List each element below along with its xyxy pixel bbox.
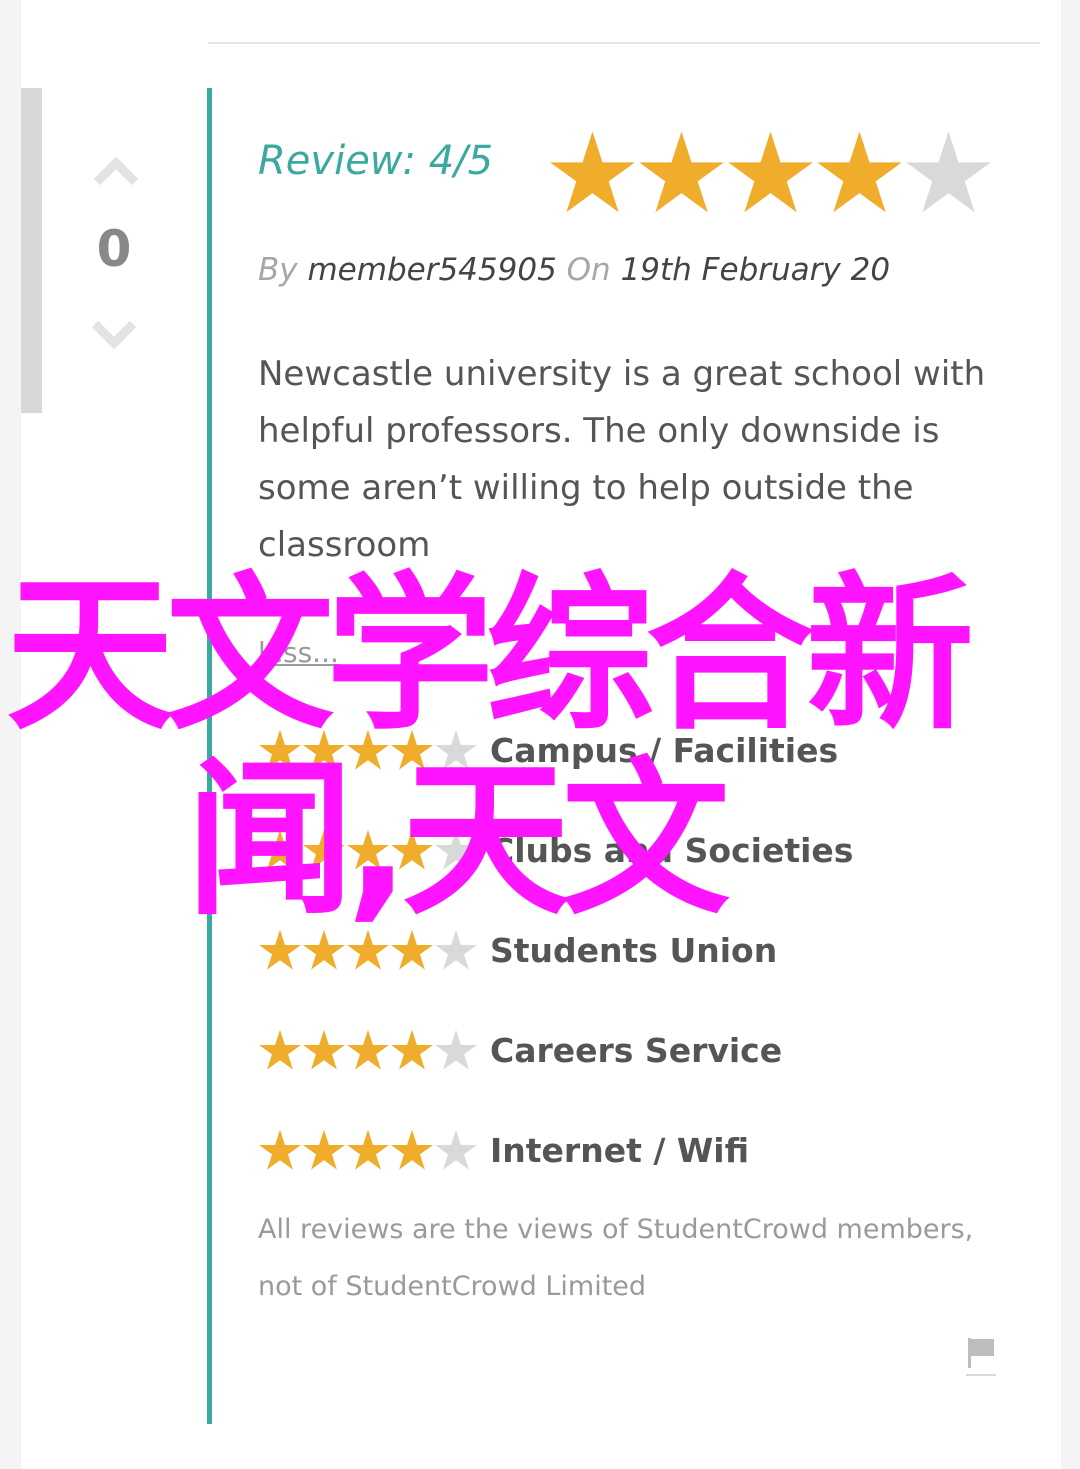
review-date: 19th February 20 [620,252,891,288]
star-empty-icon [435,1129,477,1170]
star-filled-icon [391,1029,433,1070]
review-label: Review: [258,138,416,184]
star-filled-icon [347,1029,389,1070]
star-empty-icon [435,1029,477,1070]
category-rating-stars [258,1028,490,1072]
category-rating-row: Internet / Wifi [258,1100,998,1200]
review-score-max: /5 [454,138,494,184]
chevron-up-icon[interactable] [93,152,139,188]
category-rating-stars [258,1128,490,1172]
star-filled-icon [391,1129,433,1170]
category-rating-label: Careers Service [490,1030,783,1070]
overlay-line-2: 闻,天文 [186,742,730,938]
divider [208,42,1040,44]
review-score-heading: Review: 4/5 [258,138,493,198]
flag-icon[interactable] [964,1334,998,1378]
disclaimer: All reviews are the views of StudentCrow… [258,1214,974,1302]
star-filled-icon [347,1129,389,1170]
star-filled-icon [259,1029,301,1070]
review-body: Newcastle university is a great school w… [258,354,986,565]
review-author[interactable]: member545905 [307,252,556,288]
on-label: On [566,252,611,288]
star-filled-icon [728,131,813,213]
overall-rating-stars [548,128,993,220]
star-filled-icon [259,1129,301,1170]
star-filled-icon [550,131,635,213]
star-filled-icon [303,1029,345,1070]
category-rating-row: Careers Service [258,1000,998,1100]
star-filled-icon [639,131,724,213]
review-score: 4 [428,138,455,184]
by-label: By [258,252,298,288]
overlay-line-1: 天文学综合新 [6,557,974,753]
star-filled-icon [303,1129,345,1170]
category-rating-label: Internet / Wifi [490,1130,750,1170]
star-filled-icon [817,131,902,213]
star-empty-icon [906,131,991,213]
review-byline: By member545905 On 19th February 20 [258,252,890,288]
vote-count: 0 [96,220,132,278]
chevron-down-icon[interactable] [91,318,137,354]
vote-bar [21,88,42,413]
